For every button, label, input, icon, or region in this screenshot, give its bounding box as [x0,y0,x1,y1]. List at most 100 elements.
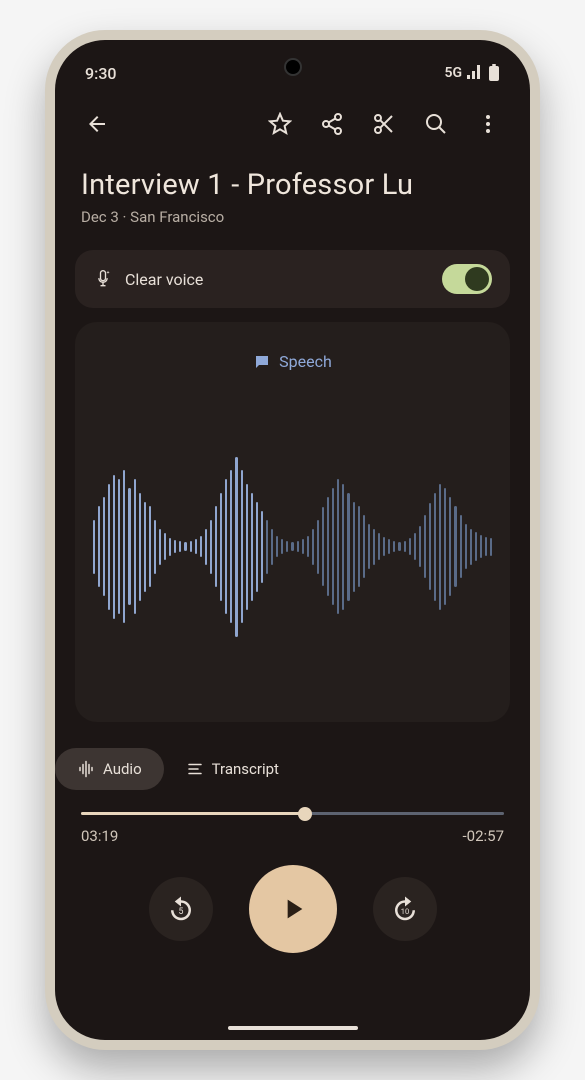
forward-button[interactable]: 10 [373,877,437,941]
wave-bar [358,506,360,587]
wave-bar [144,502,146,592]
home-indicator[interactable] [228,1026,358,1030]
wave-bar [261,511,263,583]
rewind-button[interactable]: 5 [149,877,213,941]
wave-bar [184,542,186,551]
progress-slider[interactable] [81,812,504,815]
progress-remaining [305,812,504,815]
wave-bar [312,529,314,565]
wave-bar [139,493,141,601]
wave-bar [159,529,161,565]
wave-bar [322,507,324,586]
search-button[interactable] [414,102,458,146]
clear-voice-toggle[interactable] [442,264,492,294]
wave-bar [368,524,370,569]
share-icon [320,112,344,136]
wave-bar [93,520,95,574]
wave-bar [465,524,467,569]
wave-bar [470,529,472,565]
wave-bar [251,493,253,601]
speech-label: Speech [279,352,332,371]
wave-bar [398,542,400,551]
tab-transcript[interactable]: Transcript [164,748,301,790]
wave-bar [195,539,197,553]
clear-voice-card: Clear voice [75,250,510,308]
progress-area: 03:19 -02:57 [81,812,504,845]
wave-bar [475,532,477,561]
wave-bar [241,470,243,623]
crop-button[interactable] [362,102,406,146]
clear-voice-label: Clear voice [125,270,430,289]
wave-bar [291,542,293,551]
time-remaining: -02:57 [463,827,505,845]
progress-thumb [298,807,312,821]
wave-bar [215,506,217,587]
svg-text:5: 5 [178,907,183,917]
wave-bar [281,539,283,553]
wave-bar [460,515,462,578]
wave-bar [154,520,156,574]
wave-bar [480,535,482,558]
view-tabs: Audio Transcript [55,748,530,790]
tab-audio[interactable]: Audio [55,748,164,790]
wave-bar [179,541,181,552]
wave-bar [434,493,436,601]
waveform-icon [77,760,95,778]
tab-transcript-label: Transcript [212,760,279,778]
time-elapsed: 03:19 [81,827,118,845]
wave-bar [210,520,212,574]
star-icon [268,112,292,136]
wave-bar [235,457,237,637]
wave-bar [149,506,151,587]
tab-audio-label: Audio [103,760,142,778]
wave-bar [444,488,446,605]
toggle-knob [465,267,489,291]
wave-bar [419,526,421,567]
wave-bar [103,497,105,596]
search-icon [424,112,448,136]
wave-bar [302,539,304,553]
wave-bar [393,541,395,552]
wave-bar [123,470,125,623]
wave-bar [200,536,202,558]
more-vertical-icon [476,112,500,136]
wave-bar [98,506,100,587]
wave-bar [271,529,273,565]
toolbar [55,90,530,158]
wave-bar [256,502,258,592]
wave-bar [286,541,288,552]
favorite-button[interactable] [258,102,302,146]
back-button[interactable] [75,102,119,146]
wave-bar [337,479,339,614]
wave-bar [174,540,176,553]
wave-bar [378,533,380,560]
wave-bar [449,497,451,596]
waveform[interactable] [89,401,496,692]
camera-cutout [284,58,302,76]
wave-bar [113,475,115,619]
play-button[interactable] [249,865,337,953]
wave-bar [225,479,227,614]
battery-icon [488,64,500,82]
wave-bar [383,537,385,557]
wave-bar [266,520,268,574]
speech-bubble-icon [253,353,271,371]
wave-bar [230,470,232,623]
network-label: 5G [444,65,462,81]
arrow-left-icon [85,112,109,136]
wave-bar [363,515,365,578]
wave-bar [414,533,416,560]
more-button[interactable] [466,102,510,146]
forward-10-icon: 10 [390,894,420,924]
wave-bar [332,488,334,605]
transcript-icon [186,760,204,778]
share-button[interactable] [310,102,354,146]
wave-bar [404,541,406,552]
wave-bar [190,541,192,552]
recording-subtitle: Dec 3 · San Francisco [81,208,504,226]
wave-bar [353,502,355,592]
wave-bar [454,506,456,587]
recording-title: Interview 1 - Professor Lu [81,168,504,202]
wave-bar [347,493,349,601]
wave-bar [424,515,426,578]
